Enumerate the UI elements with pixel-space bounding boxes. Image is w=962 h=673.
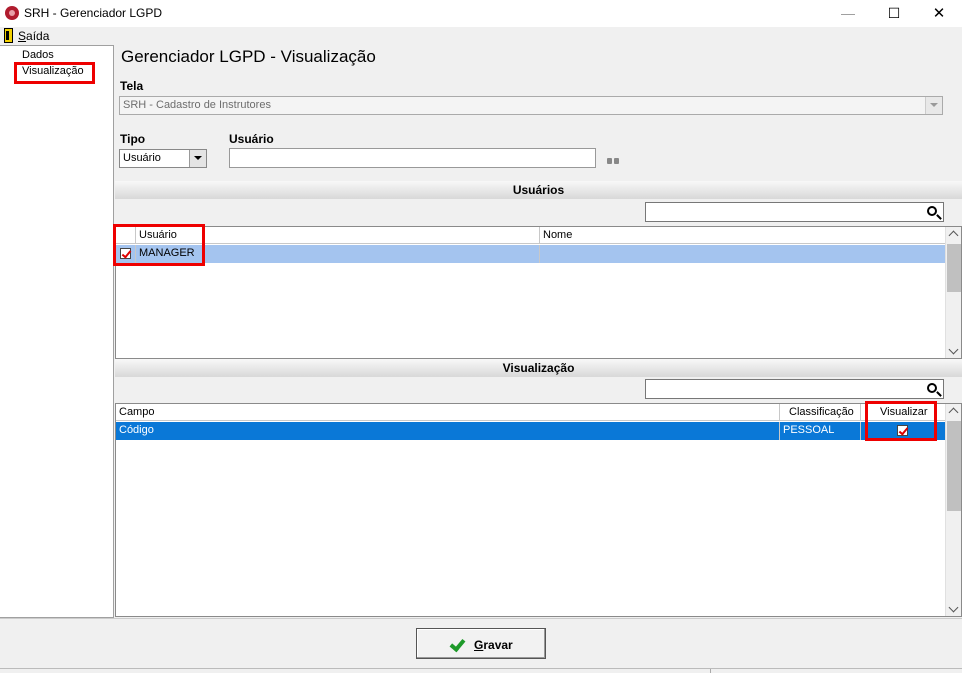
highlight-box-nav xyxy=(14,62,95,84)
usuarios-grid: Usuário Nome MANAGER xyxy=(115,226,962,359)
visualizacao-grid-header: Campo Classificação Visualizar xyxy=(116,404,946,421)
minimize-button[interactable]: — xyxy=(825,0,871,27)
menu-bar: Saída xyxy=(0,27,962,45)
header-classificacao[interactable]: Classificação xyxy=(780,404,861,421)
gravar-mnemonic: G xyxy=(474,638,484,652)
highlight-box-usuario xyxy=(113,224,205,266)
tela-select-value: SRH - Cadastro de Instrutores xyxy=(123,99,271,111)
header-campo[interactable]: Campo xyxy=(116,404,780,421)
tela-dropdown-icon[interactable] xyxy=(925,97,942,114)
cell-nome xyxy=(540,245,946,263)
exit-icon[interactable] xyxy=(4,28,13,43)
scroll-down-icon[interactable] xyxy=(948,344,959,355)
visualizacao-section-header: Visualização xyxy=(115,359,962,377)
title-bar: SRH - Gerenciador LGPD — ☐ ✕ xyxy=(0,0,962,27)
usuario-label: Usuário xyxy=(229,132,274,146)
tipo-select-value: Usuário xyxy=(123,152,161,164)
visualizacao-search-input[interactable] xyxy=(645,379,944,399)
status-separator xyxy=(710,669,711,673)
cell-campo: Código xyxy=(116,422,780,440)
scroll-thumb[interactable] xyxy=(947,421,961,511)
window-title: SRH - Gerenciador LGPD xyxy=(24,6,163,20)
tipo-label: Tipo xyxy=(120,132,146,146)
maximize-button[interactable]: ☐ xyxy=(871,0,917,27)
gravar-label: Gravar xyxy=(474,638,513,652)
tipo-dropdown-icon[interactable] xyxy=(189,150,206,167)
table-row[interactable]: MANAGER xyxy=(116,245,946,263)
search-icon[interactable] xyxy=(927,206,937,216)
cell-classificacao: PESSOAL xyxy=(780,422,861,440)
menu-exit-rest: aída xyxy=(26,29,50,43)
highlight-box-visualizar xyxy=(865,401,937,441)
visualizacao-grid: Campo Classificação Visualizar Código PE… xyxy=(115,403,962,617)
close-button[interactable]: ✕ xyxy=(916,0,962,27)
gravar-rest: ravar xyxy=(483,638,513,652)
usuarios-grid-header: Usuário Nome xyxy=(116,227,946,244)
header-nome[interactable]: Nome xyxy=(540,227,946,244)
check-icon xyxy=(449,635,466,653)
usuario-input[interactable] xyxy=(229,148,596,168)
scroll-up-icon[interactable] xyxy=(948,407,959,418)
usuarios-section-header: Usuários xyxy=(115,181,962,199)
menu-exit-mnemonic: S xyxy=(18,29,27,43)
status-bar xyxy=(0,668,962,673)
scroll-thumb[interactable] xyxy=(947,244,961,292)
nav-item-dados[interactable]: Dados xyxy=(22,49,54,61)
tipo-select[interactable]: Usuário xyxy=(119,149,207,168)
tela-select[interactable]: SRH - Cadastro de Instrutores xyxy=(119,96,943,115)
page-title: Gerenciador LGPD - Visualização xyxy=(121,47,376,66)
usuarios-search-input[interactable] xyxy=(645,202,944,222)
table-row[interactable]: Código PESSOAL xyxy=(116,422,946,440)
tela-label: Tela xyxy=(120,79,144,93)
menu-exit[interactable]: Saída xyxy=(18,29,49,43)
usuarios-scrollbar[interactable] xyxy=(945,227,961,358)
app-icon xyxy=(5,6,19,20)
gravar-button[interactable]: Gravar xyxy=(416,628,546,659)
scroll-up-icon[interactable] xyxy=(948,230,959,241)
scroll-down-icon[interactable] xyxy=(948,602,959,613)
left-nav-panel: Dados Visualização xyxy=(0,45,114,618)
search-icon[interactable] xyxy=(927,383,937,393)
binoculars-icon[interactable] xyxy=(607,155,620,165)
visualizacao-scrollbar[interactable] xyxy=(945,404,961,616)
